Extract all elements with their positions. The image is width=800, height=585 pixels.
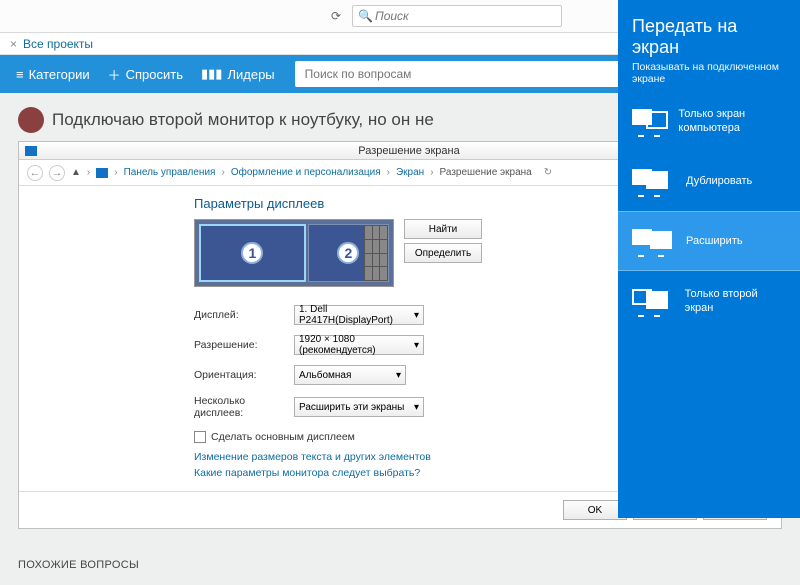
project-option-duplicate[interactable]: Дублировать xyxy=(618,151,800,211)
resolution-select[interactable]: 1920 × 1080 (рекомендуется)▾ xyxy=(294,335,424,355)
project-option-label: Дублировать xyxy=(686,174,752,188)
multiple-displays-select[interactable]: Расширить эти экраны▾ xyxy=(294,397,424,417)
project-option-extend[interactable]: Расширить xyxy=(618,211,800,271)
multiple-displays-label: Несколько дисплеев: xyxy=(194,395,294,419)
crumb-appearance[interactable]: Оформление и персонализация xyxy=(231,167,381,178)
orientation-label: Ориентация: xyxy=(194,369,294,381)
project-subtitle: Показывать на подключенном экране xyxy=(632,61,786,85)
checkbox-icon xyxy=(194,431,206,443)
list-icon: ≡ xyxy=(16,67,24,82)
resolution-label: Разрешение: xyxy=(194,339,294,351)
project-title: Передать на экран xyxy=(632,16,786,58)
project-option-label: Только второй экран xyxy=(685,287,786,316)
close-icon[interactable]: × xyxy=(10,37,17,51)
duplicate-icon xyxy=(632,167,674,195)
plus-icon: ＋ xyxy=(108,65,121,84)
project-panel: Передать на экран Показывать на подключе… xyxy=(618,0,800,518)
question-title-text: Подключаю второй монитор к ноутбуку, но … xyxy=(52,110,434,130)
monitor-number: 1 xyxy=(241,242,263,264)
refresh-button[interactable]: ⟳ xyxy=(326,6,346,26)
project-option-label: Только экран компьютера xyxy=(678,107,786,136)
forward-button[interactable]: → xyxy=(49,165,65,181)
bar-chart-icon: ▮▮▮ xyxy=(201,66,222,82)
find-button[interactable]: Найти xyxy=(404,219,482,239)
display-label: Дисплей: xyxy=(194,309,294,321)
search-icon: 🔍 xyxy=(358,9,373,23)
monitor-1[interactable]: 1 xyxy=(199,224,306,282)
project-option-second-only[interactable]: Только второй экран xyxy=(618,271,800,331)
crumb-screen[interactable]: Экран xyxy=(396,167,424,178)
text-size-link[interactable]: Изменение размеров текста и других элеме… xyxy=(194,451,431,463)
monitor-2[interactable]: 2 xyxy=(308,224,389,282)
checkbox-label: Сделать основным дисплеем xyxy=(211,431,355,443)
site-search-wrap: 🔍 xyxy=(295,61,645,87)
browser-search-wrap: 🔍 xyxy=(352,5,562,27)
chevron-down-icon: ▾ xyxy=(414,402,419,413)
second-only-icon xyxy=(632,287,673,315)
refresh-icon[interactable]: ↻ xyxy=(544,167,552,178)
nav-label: Лидеры xyxy=(227,67,274,82)
up-icon[interactable]: ▲ xyxy=(71,167,81,178)
nav-leaders[interactable]: ▮▮▮ Лидеры xyxy=(201,66,275,82)
chevron-down-icon: ▾ xyxy=(414,310,419,321)
nav-categories[interactable]: ≡ Категории xyxy=(16,67,90,82)
user-avatar[interactable] xyxy=(18,107,44,133)
which-monitor-link[interactable]: Какие параметры монитора следует выбрать… xyxy=(194,467,420,479)
monitor-number: 2 xyxy=(337,242,359,264)
extend-icon xyxy=(632,227,674,255)
chevron-down-icon: ▾ xyxy=(396,370,401,381)
pc-only-icon xyxy=(632,107,666,135)
orientation-select[interactable]: Альбомная▾ xyxy=(294,365,406,385)
cp-icon xyxy=(96,168,108,178)
window-icon xyxy=(25,146,37,156)
browser-search-input[interactable] xyxy=(352,5,562,27)
disconnected-overlay xyxy=(364,225,388,281)
make-primary-check[interactable]: Сделать основным дисплеем xyxy=(194,431,355,443)
monitors-preview[interactable]: 1 2 xyxy=(194,219,394,287)
detect-button[interactable]: Определить xyxy=(404,243,482,263)
project-header: Передать на экран Показывать на подключе… xyxy=(618,0,800,91)
similar-questions-heading: ПОХОЖИЕ ВОПРОСЫ xyxy=(18,559,782,571)
nav-label: Спросить xyxy=(126,67,183,82)
bookmark-item[interactable]: Все проекты xyxy=(23,37,93,51)
display-select[interactable]: 1. Dell P2417H(DisplayPort)▾ xyxy=(294,305,424,325)
nav-label: Категории xyxy=(29,67,90,82)
nav-ask[interactable]: ＋ Спросить xyxy=(108,65,183,84)
monitor-buttons: Найти Определить xyxy=(404,219,482,263)
project-option-pc-only[interactable]: Только экран компьютера xyxy=(618,91,800,151)
crumb-control-panel[interactable]: Панель управления xyxy=(124,167,216,178)
site-search-input[interactable] xyxy=(295,61,645,87)
crumb-resolution: Разрешение экрана xyxy=(440,167,532,178)
project-option-label: Расширить xyxy=(686,234,743,248)
chevron-down-icon: ▾ xyxy=(414,340,419,351)
back-button[interactable]: ← xyxy=(27,165,43,181)
